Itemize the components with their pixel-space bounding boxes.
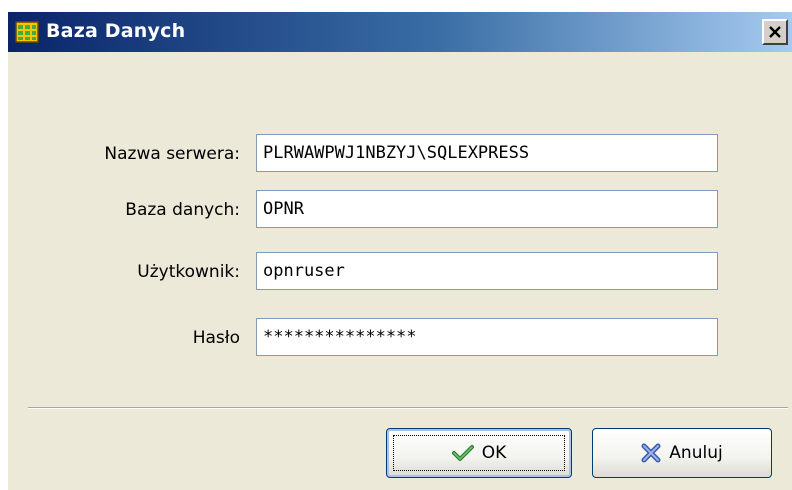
username-label: Użytkownik:: [137, 262, 240, 282]
password-label: Hasło: [192, 328, 240, 348]
cancel-label: Anuluj: [669, 443, 723, 463]
cross-icon: [641, 443, 661, 463]
database-field[interactable]: [256, 190, 718, 228]
ok-button[interactable]: OK: [386, 428, 572, 478]
title-bar[interactable]: Baza Danych: [8, 12, 792, 52]
window-title: Baza Danych: [46, 20, 186, 42]
server-name-label: Nazwa serwera:: [104, 144, 240, 164]
database-grid-icon: [15, 21, 39, 43]
close-icon: [769, 26, 781, 38]
close-button[interactable]: [762, 19, 788, 45]
focus-rect: [393, 435, 565, 471]
server-name-field[interactable]: [256, 134, 718, 172]
database-dialog: Baza Danych Nazwa serwera: Baza danych: …: [8, 12, 792, 490]
button-separator: [28, 407, 788, 409]
password-field[interactable]: [256, 318, 718, 356]
cancel-button[interactable]: Anuluj: [592, 428, 772, 478]
database-label: Baza danych:: [125, 200, 240, 220]
username-field[interactable]: [256, 252, 718, 290]
